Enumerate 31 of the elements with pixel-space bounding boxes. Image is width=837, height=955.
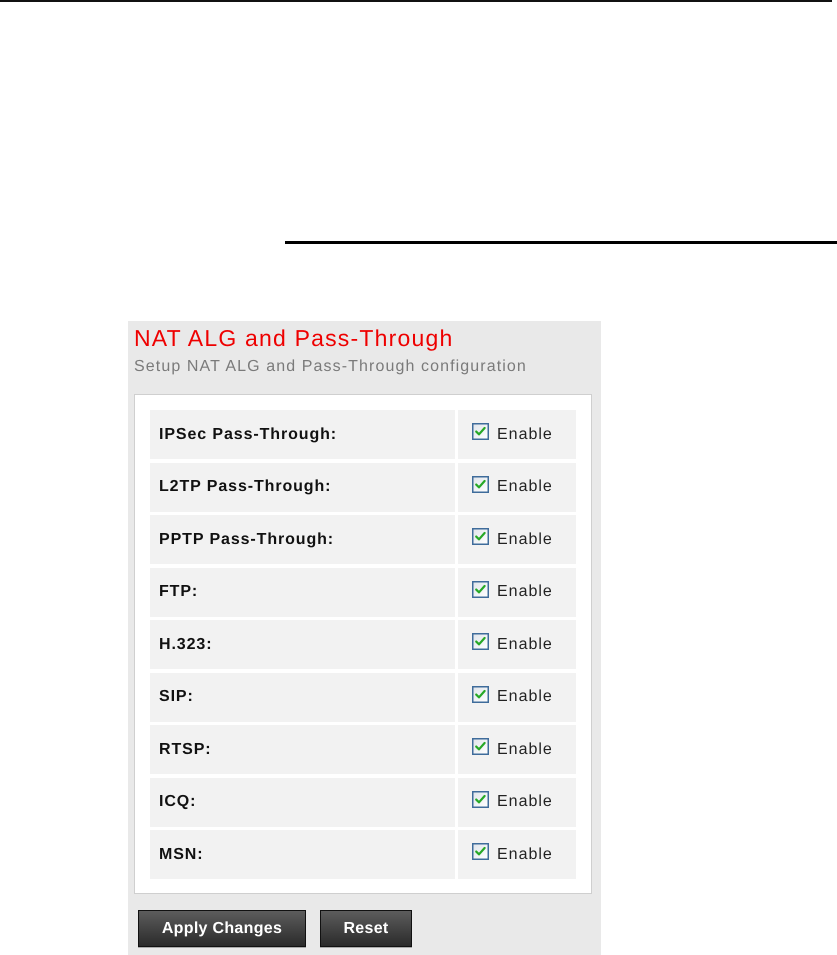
checkbox[interactable] [472, 738, 489, 755]
setting-label: MSN: [150, 830, 455, 879]
reset-button[interactable]: Reset [320, 910, 412, 947]
checkbox-label[interactable]: Enable [497, 740, 553, 758]
checkbox-label[interactable]: Enable [497, 426, 553, 444]
apply-button[interactable]: Apply Changes [138, 910, 306, 947]
checkbox-label[interactable]: Enable [497, 793, 553, 811]
checkbox[interactable] [472, 476, 489, 492]
checkbox-label[interactable]: Enable [497, 478, 553, 496]
checkbox-label[interactable]: Enable [497, 688, 553, 706]
checkbox-label[interactable]: Enable [497, 846, 553, 864]
checkbox[interactable] [472, 423, 489, 440]
setting-label: L2TP Pass-Through: [150, 462, 455, 512]
checkbox[interactable] [472, 843, 489, 860]
setting-label: FTP: [150, 568, 455, 616]
setting-label: IPSec Pass-Through: [150, 410, 455, 459]
checkbox[interactable] [472, 790, 489, 808]
checkbox[interactable] [472, 580, 489, 598]
checkbox-label[interactable]: Enable [497, 530, 553, 548]
checkbox[interactable] [472, 686, 489, 702]
panel-title: NAT ALG and Pass-Through [134, 325, 454, 351]
checkbox-label[interactable]: Enable [497, 583, 553, 601]
setting-label: SIP: [150, 672, 455, 722]
setting-label: PPTP Pass-Through: [150, 515, 455, 564]
setting-label: RTSP: [150, 725, 455, 774]
setting-label: H.323: [150, 620, 455, 669]
checkbox[interactable] [472, 528, 489, 545]
setting-label: ICQ: [150, 778, 455, 826]
checkbox[interactable] [472, 633, 489, 650]
panel-subtitle: Setup NAT ALG and Pass-Through configuration [134, 357, 528, 377]
checkbox-label[interactable]: Enable [497, 636, 553, 654]
